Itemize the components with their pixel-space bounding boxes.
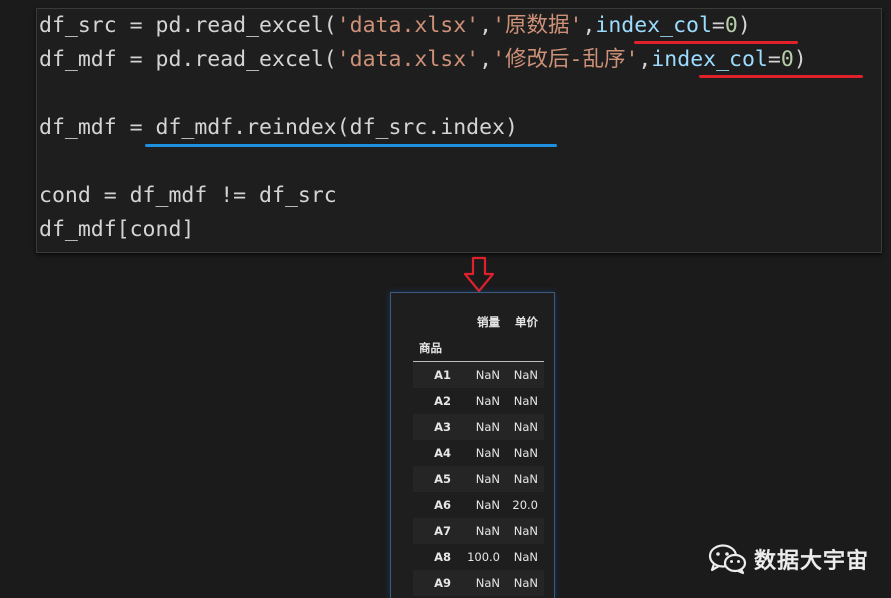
code-line-4: df_mdf = df_mdf.reindex(df_src.index) bbox=[39, 115, 518, 140]
code-token: df_mdf = pd.read_excel( bbox=[39, 47, 337, 72]
code-token: , bbox=[582, 13, 596, 38]
output-cell: 销量 单价 商品 A1 NaN NaN A2 NaN NaN A3 NaN Na… bbox=[390, 292, 555, 598]
code-token: ) bbox=[737, 13, 751, 38]
string-literal: 'data.xlsx' bbox=[336, 47, 480, 72]
table-cell: NaN bbox=[513, 368, 538, 382]
highlight-underline-red bbox=[699, 75, 863, 78]
code-token: = bbox=[711, 13, 725, 38]
string-literal: '原数据' bbox=[492, 13, 583, 38]
table-cell: NaN bbox=[513, 576, 538, 590]
highlight-underline-blue bbox=[145, 144, 557, 147]
code-line-2: df_mdf = pd.read_excel('data.xlsx','修改后-… bbox=[39, 43, 807, 77]
table-row: A7 NaN NaN bbox=[413, 518, 544, 544]
table-cell: 100.0 bbox=[467, 550, 500, 564]
table-row: A4 NaN NaN bbox=[413, 440, 544, 466]
table-cell: NaN bbox=[513, 394, 538, 408]
table-cell: NaN bbox=[475, 368, 500, 382]
index-name: 商品 bbox=[419, 341, 442, 355]
highlight-underline-red bbox=[634, 41, 798, 44]
row-index: A5 bbox=[434, 472, 451, 486]
number-literal: 0 bbox=[724, 13, 738, 38]
screenshot-root: df_src = pd.read_excel('data.xlsx','原数据'… bbox=[0, 0, 891, 598]
code-line-6: cond = df_mdf != df_src bbox=[39, 183, 337, 208]
corner-cell bbox=[413, 309, 457, 335]
table-cell: NaN bbox=[513, 524, 538, 538]
table-row: A2 NaN NaN bbox=[413, 388, 544, 414]
table-row: A9 NaN NaN bbox=[413, 570, 544, 596]
table-row: A3 NaN NaN bbox=[413, 414, 544, 440]
table-row: A5 NaN NaN bbox=[413, 466, 544, 492]
row-index: A4 bbox=[434, 446, 451, 460]
down-arrow-icon bbox=[463, 256, 495, 293]
code-token: ) bbox=[793, 47, 807, 72]
table-row: A6 NaN 20.0 bbox=[413, 492, 544, 518]
table-cell: NaN bbox=[475, 524, 500, 538]
table-cell: NaN bbox=[475, 498, 500, 512]
code-token: = bbox=[767, 47, 781, 72]
code-line-7: df_mdf[cond] bbox=[39, 217, 195, 242]
row-index: A2 bbox=[434, 394, 451, 408]
wechat-icon bbox=[708, 544, 747, 575]
keyword-arg: index_col bbox=[595, 13, 712, 38]
table-cell: NaN bbox=[475, 420, 500, 434]
column-header: 销量 bbox=[477, 315, 500, 329]
string-literal: '修改后-乱序' bbox=[492, 47, 639, 72]
table-cell: NaN bbox=[513, 472, 538, 486]
table-row: A8 100.0 NaN bbox=[413, 544, 544, 570]
table-cell: NaN bbox=[475, 576, 500, 590]
row-index: A8 bbox=[434, 550, 451, 564]
string-literal: 'data.xlsx' bbox=[336, 13, 480, 38]
row-index: A9 bbox=[434, 576, 451, 590]
table-cell: NaN bbox=[513, 446, 538, 460]
column-header: 单价 bbox=[515, 315, 538, 329]
watermark: 数据大宇宙 bbox=[708, 540, 869, 578]
table-cell: NaN bbox=[475, 472, 500, 486]
code-token: , bbox=[479, 47, 493, 72]
row-index: A1 bbox=[434, 368, 451, 382]
row-index: A7 bbox=[434, 524, 451, 538]
number-literal: 0 bbox=[780, 47, 794, 72]
code-token: , bbox=[638, 47, 652, 72]
row-index: A6 bbox=[434, 498, 451, 512]
table-cell: 20.0 bbox=[512, 498, 538, 512]
keyword-arg: index_col bbox=[651, 47, 768, 72]
table-cell: NaN bbox=[475, 394, 500, 408]
row-index: A3 bbox=[434, 420, 451, 434]
table-row: A1 NaN NaN bbox=[413, 361, 544, 388]
code-line-1: df_src = pd.read_excel('data.xlsx','原数据'… bbox=[39, 9, 751, 43]
dataframe-table: 销量 单价 商品 A1 NaN NaN A2 NaN NaN A3 NaN Na… bbox=[413, 309, 544, 596]
table-cell: NaN bbox=[513, 420, 538, 434]
code-token: , bbox=[479, 13, 493, 38]
index-name-row: 商品 bbox=[413, 335, 544, 362]
column-header-row: 销量 单价 bbox=[413, 309, 544, 335]
watermark-text: 数据大宇宙 bbox=[754, 549, 870, 574]
table-cell: NaN bbox=[513, 550, 538, 564]
code-cell[interactable]: df_src = pd.read_excel('data.xlsx','原数据'… bbox=[36, 8, 882, 253]
code-token: df_src = pd.read_excel( bbox=[39, 13, 337, 38]
table-cell: NaN bbox=[475, 446, 500, 460]
